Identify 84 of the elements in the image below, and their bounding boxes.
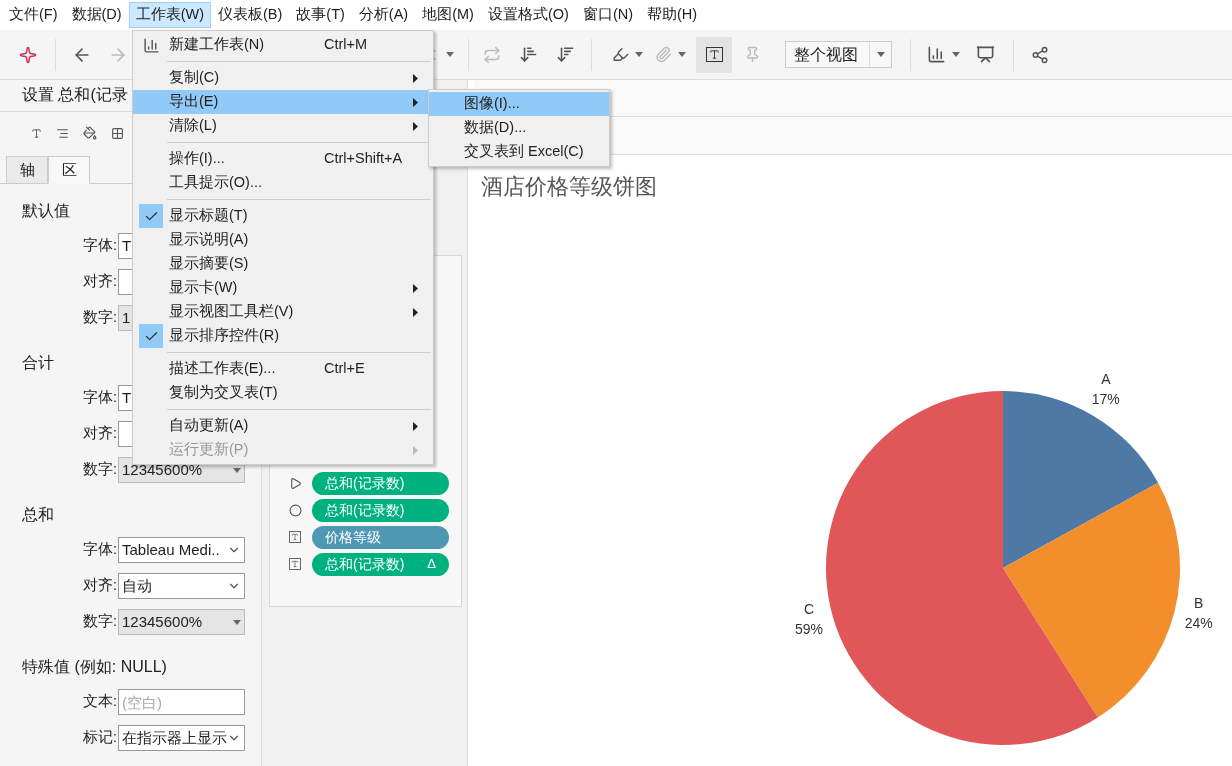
paint-bucket-icon[interactable] [83, 126, 97, 141]
section-heading: 默认值 [22, 201, 70, 221]
text-label-icon [289, 558, 301, 570]
caret-icon [446, 52, 454, 57]
menu-entry[interactable]: 复制(C) [133, 66, 433, 90]
menu-item[interactable]: 文件(F) [2, 2, 65, 28]
field-label: 数字: [81, 612, 118, 632]
field-label: 文本: [81, 692, 118, 712]
slice-value-label: 24% [1184, 615, 1213, 632]
field-label: 标记: [81, 728, 118, 748]
caret-icon [876, 52, 885, 57]
select-field[interactable]: Tableau Medi.. [118, 537, 245, 563]
grid-icon[interactable] [111, 126, 124, 140]
menu-item[interactable]: 窗口(N) [575, 2, 641, 28]
highlight-icon[interactable] [612, 46, 629, 63]
app-logo-icon[interactable] [19, 45, 37, 64]
angle-icon [288, 476, 302, 490]
slice-category-label: A [1101, 371, 1111, 388]
text-label-icon [289, 531, 301, 543]
field-label: 字体: [81, 236, 118, 256]
slice-category-label: B [1194, 595, 1204, 612]
menu-item[interactable]: 地图(M) [415, 2, 481, 28]
menu-item[interactable]: 分析(A) [351, 2, 416, 28]
menu-entry[interactable]: 显示卡(W) [133, 276, 433, 300]
section-heading: 总和 [22, 505, 54, 525]
caret-icon [233, 467, 241, 473]
chart-title: 酒店价格等级饼图 [481, 173, 657, 201]
slice-value-label: 59% [795, 621, 824, 638]
field-label: 对齐: [81, 576, 118, 596]
field-label: 对齐: [81, 272, 118, 292]
check-icon [139, 204, 163, 228]
menu-entry[interactable]: 自动更新(A) [133, 414, 433, 438]
menu-item[interactable]: 故事(T) [289, 2, 352, 28]
sort-ascending-icon[interactable] [519, 45, 538, 64]
menu-item[interactable]: 数据(D) [64, 2, 129, 28]
panel-title: 设置 总和(记录 [22, 85, 128, 106]
field-label: 字体: [81, 540, 118, 560]
menu-entry[interactable]: 新建工作表(N) Ctrl+M [133, 33, 433, 57]
menu-entry[interactable]: 显示摘要(S) [133, 252, 433, 276]
menu-entry[interactable]: 图像(I)... [429, 92, 609, 116]
text-icon [705, 47, 723, 62]
menu-entry[interactable]: 显示标题(T) [133, 204, 433, 228]
caret-icon [233, 619, 241, 625]
text-input-field[interactable]: (空白) [118, 689, 245, 715]
caret-icon [678, 52, 686, 57]
slice-category-label: C [803, 601, 815, 618]
sort-descending-icon[interactable] [556, 45, 575, 64]
caret-icon [952, 52, 960, 57]
select-field[interactable]: 在指示器上显示 [118, 725, 245, 751]
field-label: 数字: [81, 308, 118, 328]
menu-entry[interactable]: 交叉表到 Excel(C) [429, 140, 609, 164]
field-label: 对齐: [81, 424, 118, 444]
size-icon [288, 503, 302, 517]
menu-entry[interactable]: 显示视图工具栏(V) [133, 300, 433, 324]
tab[interactable]: 区 [48, 156, 90, 184]
presentation-icon[interactable] [976, 45, 995, 64]
show-labels-toggle[interactable] [696, 36, 732, 73]
menu-item[interactable]: 帮助(H) [640, 2, 705, 28]
section-heading: 特殊值 (例如: NULL) [22, 657, 167, 677]
share-icon[interactable] [1031, 45, 1049, 64]
menu-entry[interactable]: 工具提示(O)... [133, 171, 433, 195]
font-icon[interactable] [30, 126, 42, 141]
number-format-field[interactable]: 12345600% [118, 609, 245, 635]
section-heading: 合计 [22, 353, 54, 373]
caret-icon [635, 52, 643, 57]
delta-label: Δ [427, 555, 436, 574]
menu-entry[interactable]: 复制为交叉表(T) [133, 381, 433, 405]
menu-entry[interactable]: 显示说明(A) [133, 228, 433, 252]
menu-entry[interactable]: 描述工作表(E)... Ctrl+E [133, 357, 433, 381]
slice-value-label: 17% [1091, 391, 1120, 408]
field-label: 数字: [81, 460, 118, 480]
bar-chart-icon[interactable] [927, 45, 946, 64]
tab[interactable]: 轴 [6, 156, 48, 184]
menu-item[interactable]: 设置格式(O) [480, 2, 576, 28]
menu-entry[interactable]: 数据(D)... [429, 116, 609, 140]
check-icon [139, 324, 163, 348]
menu-item[interactable]: 仪表板(B) [211, 2, 290, 28]
menu-item[interactable]: 工作表(W) [128, 2, 211, 28]
field-label: 字体: [81, 388, 118, 408]
select-field[interactable]: 自动 [118, 573, 245, 599]
paperclip-icon[interactable] [655, 46, 672, 63]
fit-dropdown[interactable]: 整个视图 [785, 41, 892, 68]
menu-entry[interactable]: 显示排序控件(R) [133, 324, 433, 348]
align-icon[interactable] [56, 126, 69, 140]
